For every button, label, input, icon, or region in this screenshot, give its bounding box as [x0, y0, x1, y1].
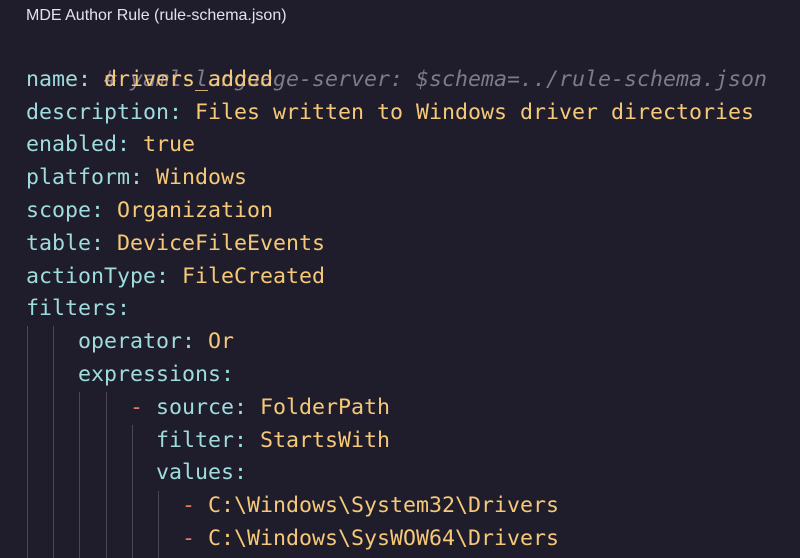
code-line-table: table: DeviceFileEvents [26, 230, 326, 256]
code-line-value-item: - C:\Windows\SysWOW64\Drivers [182, 523, 559, 556]
yaml-key: filter [156, 427, 235, 453]
yaml-key: expressions [78, 362, 222, 387]
yaml-value: Organization [117, 198, 274, 223]
code-line-operator: operator: Or [78, 329, 235, 355]
code-line-description: description: Files written to Windows dr… [26, 99, 755, 125]
yaml-key: source [156, 394, 235, 420]
list-dash: - [182, 493, 209, 519]
indent-guide [106, 392, 107, 558]
code-line-name: name: drivers_added [26, 66, 274, 92]
indent-guide [79, 392, 80, 558]
yaml-key: operator [78, 329, 183, 355]
code-line-value-item: - C:\Windows\System32\Drivers [182, 490, 559, 523]
indent-guide [27, 326, 28, 558]
window-title: MDE Author Rule (rule-schema.json) [26, 7, 287, 24]
list-dash: - [130, 394, 157, 420]
code-line-filter: filter: StartsWith [156, 427, 391, 453]
indent-guide [158, 491, 159, 558]
code-line-comment: # yaml-language-server: $schema=../rule-… [26, 31, 767, 92]
yaml-value: FolderPath [260, 394, 391, 420]
yaml-list-value: C:\Windows\System32\Drivers [208, 493, 560, 519]
yaml-value: Or [208, 329, 235, 355]
code-line-actiontype: actionType: FileCreated [26, 263, 326, 289]
yaml-key: values [156, 460, 235, 486]
list-dash: - [182, 526, 209, 551]
yaml-list-value: C:\Windows\SysWOW64\Drivers [208, 526, 560, 551]
editor-window: MDE Author Rule (rule-schema.json) # yam… [0, 0, 800, 558]
yaml-key: table [26, 230, 92, 256]
yaml-value: drivers_added [104, 66, 274, 92]
code-line-enabled: enabled: true [26, 132, 196, 158]
yaml-key: filters [26, 296, 118, 322]
code-line-source: - source: FolderPath [130, 394, 391, 420]
yaml-value: true [143, 132, 196, 158]
yaml-key: name [26, 66, 79, 92]
yaml-key: actionType [26, 263, 157, 289]
code-line-filters: filters: [26, 296, 131, 322]
code-line-values: values: [156, 460, 248, 486]
indent-guide [53, 326, 54, 558]
code-line-expressions: expressions: [78, 362, 235, 387]
yaml-value: Windows [156, 165, 248, 191]
yaml-value: FileCreated [182, 263, 326, 289]
yaml-value: StartsWith [260, 427, 391, 453]
yaml-key: platform [26, 165, 131, 191]
yaml-value: Files written to Windows driver director… [195, 99, 755, 125]
indent-guide [132, 425, 133, 558]
yaml-key: description [26, 99, 170, 125]
code-line-platform: platform: Windows [26, 165, 248, 191]
code-line-scope: scope: Organization [26, 198, 274, 223]
yaml-value: DeviceFileEvents [117, 230, 326, 256]
yaml-key: scope [26, 198, 92, 223]
yaml-key: enabled [26, 132, 118, 158]
